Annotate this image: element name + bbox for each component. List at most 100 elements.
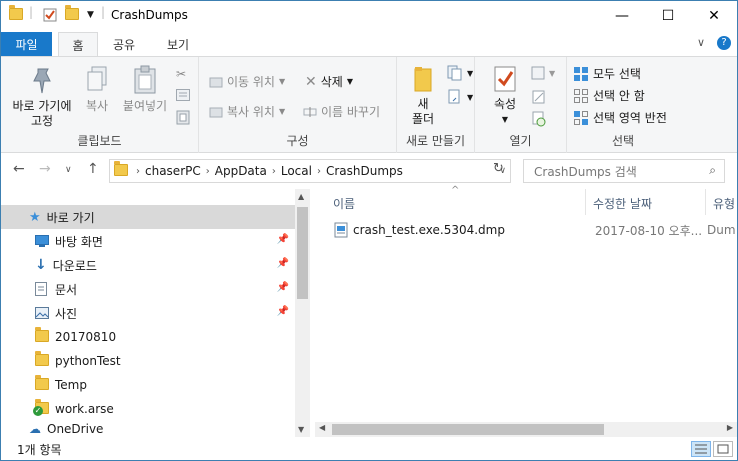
pinned-icon[interactable]: 📌: [277, 282, 289, 293]
pinned-icon[interactable]: 📌: [277, 306, 289, 317]
new-folder-qa-icon[interactable]: [65, 5, 79, 20]
nav-item-folder[interactable]: Temp: [1, 373, 295, 397]
file-list: ^ 이름 수정한 날짜 유형 crash_test.exe.5304.dmp 2…: [315, 185, 737, 437]
nav-quick-access[interactable]: ★ 바로 가기: [1, 205, 295, 229]
address-segment-appdata[interactable]: AppData: [215, 164, 267, 178]
cut-icon[interactable]: ✂: [176, 67, 186, 81]
file-row[interactable]: crash_test.exe.5304.dmp 2017-08-10 오후...…: [329, 219, 737, 241]
nav-item-folder[interactable]: pythonTest: [1, 349, 295, 373]
scroll-down-arrow-icon[interactable]: ▼: [298, 425, 304, 434]
properties-qa-icon[interactable]: [43, 8, 57, 22]
ribbon-collapse-icon[interactable]: ∨: [697, 36, 705, 49]
search-box[interactable]: CrashDumps 검색 ⌕: [523, 159, 725, 183]
tab-view[interactable]: 보기: [156, 32, 200, 56]
nav-item-label: 문서: [55, 282, 78, 297]
paste-shortcut-icon[interactable]: [176, 109, 190, 125]
column-header-type[interactable]: 유형: [713, 189, 735, 217]
copy-to-button[interactable]: 복사 위치 ▼: [209, 103, 285, 120]
easy-access-button[interactable]: ▼: [447, 89, 473, 105]
tab-home[interactable]: 홈: [58, 32, 98, 57]
nav-scrollbar[interactable]: ▲ ▼: [295, 189, 310, 437]
nav-item-pictures[interactable]: 사진 📌: [1, 301, 295, 325]
nav-item-onedrive[interactable]: ☁ OneDrive: [1, 421, 295, 437]
select-group: 모두 선택 선택 안 함 선택 영역 반전 선택: [567, 57, 679, 153]
properties-button[interactable]: 속성 ▼: [485, 65, 525, 127]
new-item-button[interactable]: ▼: [447, 65, 473, 81]
nav-item-label: 바탕 화면: [55, 234, 103, 249]
refresh-icon[interactable]: ↻: [493, 161, 504, 176]
cloud-icon: ☁: [29, 422, 41, 436]
nav-item-documents[interactable]: 문서 📌: [1, 277, 295, 301]
customize-qa-dropdown-icon[interactable]: ▼: [87, 10, 94, 20]
large-icons-view-button[interactable]: [713, 441, 733, 457]
nav-item-desktop[interactable]: 바탕 화면 📌: [1, 229, 295, 253]
sort-indicator-icon: ^: [451, 185, 460, 196]
address-row: ← → ∨ ↑ › chaserPC › AppData › Local › C…: [1, 153, 737, 189]
nav-item-label: 다운로드: [52, 258, 97, 273]
copy-button[interactable]: 복사: [77, 65, 117, 114]
nav-item-workarse[interactable]: ✓ work.arse: [1, 397, 295, 421]
copy-to-icon: [209, 107, 223, 117]
tab-file[interactable]: 파일: [1, 32, 52, 56]
copy-to-label: 복사 위치: [227, 105, 275, 119]
details-view-button[interactable]: [691, 441, 711, 457]
select-all-icon: [574, 66, 588, 81]
open-button[interactable]: ▼: [531, 65, 555, 81]
address-chevron-icon[interactable]: ›: [206, 166, 210, 177]
move-to-button[interactable]: 이동 위치 ▼: [209, 73, 285, 90]
scroll-left-arrow-icon[interactable]: ◀: [319, 423, 325, 432]
horizontal-scrollbar-thumb[interactable]: [332, 424, 604, 435]
nav-item-downloads[interactable]: ↓ 다운로드 📌: [1, 253, 295, 277]
address-segment-crashdumps[interactable]: CrashDumps: [326, 164, 403, 178]
invert-selection-button[interactable]: 선택 영역 반전: [573, 109, 667, 126]
pinned-icon[interactable]: 📌: [277, 234, 289, 245]
minimize-button[interactable]: —: [599, 1, 645, 31]
pinned-icon[interactable]: 📌: [277, 258, 289, 269]
scroll-right-arrow-icon[interactable]: ▶: [727, 423, 733, 432]
address-chevron-icon[interactable]: ›: [317, 166, 321, 177]
delete-icon: ✕: [305, 73, 317, 90]
address-segment-pc[interactable]: chaserPC: [145, 164, 201, 178]
delete-button[interactable]: ✕ 삭제 ▼: [305, 73, 353, 90]
organize-group: 이동 위치 ▼ ✕ 삭제 ▼ 복사 위치 ▼ 이름 바꾸기 구성: [199, 57, 397, 153]
new-folder-label-line2: 폴더: [411, 112, 435, 126]
pin-quick-access-button[interactable]: 바로 가기에 고정: [7, 65, 77, 129]
edit-button[interactable]: [531, 89, 547, 105]
address-chevron-icon[interactable]: ›: [272, 166, 276, 177]
forward-button[interactable]: →: [39, 161, 51, 177]
up-button[interactable]: ↑: [87, 161, 99, 177]
help-icon[interactable]: ?: [717, 36, 731, 50]
pin-label-line1: 바로 가기에: [12, 99, 72, 113]
history-button[interactable]: [531, 111, 547, 127]
column-divider[interactable]: [585, 189, 586, 215]
pictures-icon: [35, 307, 49, 319]
recent-locations-icon[interactable]: ∨: [65, 165, 72, 175]
select-all-button[interactable]: 모두 선택: [573, 65, 641, 82]
copy-path-icon[interactable]: [176, 89, 190, 101]
select-none-button[interactable]: 선택 안 함: [573, 87, 645, 104]
column-header-date[interactable]: 수정한 날짜: [593, 189, 652, 217]
close-button[interactable]: ✕: [691, 1, 737, 31]
pin-label-line2: 고정: [30, 114, 54, 128]
tab-share[interactable]: 공유: [104, 32, 144, 56]
maximize-button[interactable]: ☐: [645, 1, 691, 31]
nav-item-label: 사진: [55, 306, 78, 321]
scroll-up-arrow-icon[interactable]: ▲: [298, 192, 304, 201]
history-icon: [532, 111, 546, 127]
column-header-name[interactable]: 이름: [333, 189, 355, 217]
content-horizontal-scrollbar[interactable]: ◀ ▶: [315, 422, 737, 437]
ribbon: 바로 가기에 고정 복사 붙여넣기 ✂ 클립보드 이동 위치 ▼ ✕ 삭제 ▼ …: [1, 56, 737, 153]
pin-icon: [33, 68, 51, 94]
paste-button[interactable]: 붙여넣기: [117, 65, 173, 114]
nav-scrollbar-thumb[interactable]: [297, 207, 308, 299]
nav-item-folder[interactable]: 20170810: [1, 325, 295, 349]
address-chevron-icon[interactable]: ›: [136, 166, 140, 177]
back-button[interactable]: ←: [13, 161, 25, 177]
nav-item-label: 20170810: [55, 330, 117, 344]
new-folder-button[interactable]: 새 폴더: [403, 65, 443, 127]
rename-button[interactable]: 이름 바꾸기: [303, 103, 380, 120]
address-bar[interactable]: › chaserPC › AppData › Local › CrashDump…: [109, 159, 511, 183]
address-segment-local[interactable]: Local: [281, 164, 312, 178]
select-all-label: 모두 선택: [593, 67, 641, 81]
column-divider[interactable]: [705, 189, 706, 215]
